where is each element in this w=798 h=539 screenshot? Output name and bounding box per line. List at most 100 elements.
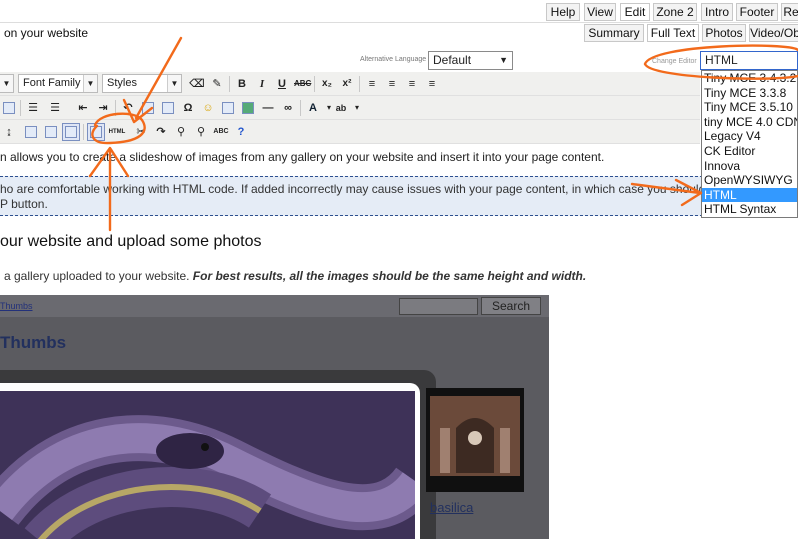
chevron-down-icon: ▼ xyxy=(499,55,508,65)
alt-language-label: Alternative Language xyxy=(360,56,427,63)
table-grid-icon[interactable] xyxy=(159,99,177,117)
editor-option[interactable]: tiny MCE 4.0 CDN xyxy=(702,115,797,130)
editor-select[interactable]: HTML xyxy=(700,51,798,70)
help-icon[interactable]: ? xyxy=(232,123,250,141)
basilica-illustration xyxy=(426,388,524,492)
notice-line-1: ho are comfortable working with HTML cod… xyxy=(0,182,706,196)
special-char-button[interactable]: Ω xyxy=(179,99,197,117)
editor-option-selected[interactable]: HTML xyxy=(702,187,797,203)
tab-photos[interactable]: Photos xyxy=(702,24,746,42)
gallery-search-button[interactable]: Search xyxy=(481,297,541,315)
hint-emphasis: For best results, all the images should … xyxy=(192,269,587,283)
tab-zone-2[interactable]: Zone 2 xyxy=(653,3,697,21)
gallery-icon[interactable] xyxy=(87,123,105,141)
editor-dropdown-list[interactable]: Tiny MCE 3.4.3.2 Tiny MCE 3.3.8 Tiny MCE… xyxy=(701,70,798,218)
gallery-hint: a gallery uploaded to your website. For … xyxy=(4,269,586,283)
numbered-list-icon[interactable]: ☰ xyxy=(46,99,64,117)
gallery-breadcrumb[interactable]: Thumbs xyxy=(0,301,33,311)
editor-option[interactable]: Legacy V4 xyxy=(702,129,797,144)
section-heading: our website and upload some photos xyxy=(0,233,262,250)
alt-language-value: Default xyxy=(433,53,472,67)
basilica-thumbnail[interactable] xyxy=(426,388,524,492)
media-icon[interactable] xyxy=(239,99,257,117)
notice-line-2: P button. xyxy=(0,197,48,211)
font-family-select[interactable]: Font Family ▼ xyxy=(18,74,98,93)
styles-label: Styles xyxy=(107,77,137,89)
page-subtitle: on your website xyxy=(4,26,89,40)
page-titlebar: on your website Summary Full Text Photos… xyxy=(0,22,798,42)
bullet-list-icon[interactable]: ☰ xyxy=(24,99,42,117)
html-source-button[interactable]: HTML xyxy=(106,123,128,141)
underline-button[interactable]: U xyxy=(273,75,291,93)
editor-option[interactable]: Innova xyxy=(702,159,797,174)
paste-icon[interactable] xyxy=(0,99,18,117)
link-icon[interactable]: ∞ xyxy=(279,99,297,117)
image-icon[interactable] xyxy=(219,99,237,117)
outdent-icon[interactable]: ⇤ xyxy=(74,99,92,117)
indent-icon[interactable]: ⇥ xyxy=(94,99,112,117)
bold-button[interactable]: B xyxy=(233,75,251,93)
find-replace-icon[interactable]: ⚲ xyxy=(192,123,210,141)
editor-option[interactable]: CK Editor xyxy=(702,144,797,159)
intro-paragraph: n allows you to create a slideshow of im… xyxy=(0,150,605,164)
eraser-icon[interactable]: ⌫ xyxy=(188,75,206,93)
table-icon[interactable] xyxy=(139,99,157,117)
tab-video[interactable]: Video/Ob xyxy=(749,24,798,42)
font-family-label: Font Family xyxy=(23,77,81,89)
hint-text: a gallery uploaded to your website. xyxy=(4,269,190,283)
toolbar-divider xyxy=(314,76,315,92)
cms-editor-screen: { "top_tabs": ["Help", "View", "Edit", "… xyxy=(0,0,798,539)
editor-toolbar-row-1: ▼ Font Family ▼ Styles ▼ ⌫ ✎ B I U ABC x… xyxy=(0,72,700,96)
tab-summary[interactable]: Summary xyxy=(584,24,644,42)
subscript-button[interactable]: x₂ xyxy=(318,75,336,93)
redo-icon[interactable]: ↷ xyxy=(152,123,170,141)
alt-language-select[interactable]: Default ▼ xyxy=(428,51,513,70)
styles-select[interactable]: Styles ▼ xyxy=(102,74,182,93)
editor-select-value: HTML xyxy=(705,53,738,67)
editor-option[interactable]: Tiny MCE 3.3.8 xyxy=(702,86,797,101)
cleanup-brush-icon[interactable]: ✎ xyxy=(208,75,226,93)
top-menu-bar: Help View Edit Zone 2 Intro Footer Re xyxy=(0,0,798,22)
horizontal-rule-icon[interactable]: — xyxy=(259,99,277,117)
gallery-caption-link[interactable]: basilica xyxy=(430,500,473,515)
chevron-down-icon: ▼ xyxy=(167,75,181,92)
tab-re[interactable]: Re xyxy=(781,3,798,21)
emoticon-button[interactable]: ☺ xyxy=(199,99,217,117)
format-select[interactable]: ▼ xyxy=(0,74,14,93)
toolbar-divider xyxy=(115,100,116,116)
undo-icon[interactable]: ↶ xyxy=(119,99,137,117)
toolbar-divider xyxy=(229,76,230,92)
strikethrough-button[interactable]: ABC xyxy=(293,75,311,93)
toolbar-divider xyxy=(83,124,84,140)
align-right-icon[interactable]: ≡ xyxy=(403,75,421,93)
table-col-icon[interactable] xyxy=(42,123,60,141)
align-justify-icon[interactable]: ≡ xyxy=(423,75,441,93)
spellcheck-icon[interactable]: ABC xyxy=(212,123,230,141)
tab-help[interactable]: Help xyxy=(546,3,580,21)
chevron-down-icon[interactable]: ▾ xyxy=(348,99,366,117)
toolbar-divider xyxy=(20,100,21,116)
tab-view[interactable]: View xyxy=(584,3,616,21)
table-props-icon[interactable] xyxy=(62,123,80,141)
find-icon[interactable]: ⚲ xyxy=(172,123,190,141)
tab-edit[interactable]: Edit xyxy=(620,3,650,21)
cut-icon[interactable]: ✂ xyxy=(132,123,150,141)
table-row-icon[interactable] xyxy=(22,123,40,141)
editor-option[interactable]: Tiny MCE 3.5.10 xyxy=(702,100,797,115)
align-left-icon[interactable]: ≡ xyxy=(363,75,381,93)
snake-illustration xyxy=(0,391,415,539)
insert-layer-icon[interactable]: ↨ xyxy=(0,123,18,141)
snake-photo[interactable] xyxy=(0,391,415,539)
superscript-button[interactable]: x² xyxy=(338,75,356,93)
italic-button[interactable]: I xyxy=(253,75,271,93)
chevron-down-icon: ▼ xyxy=(0,75,13,92)
editor-option[interactable]: Tiny MCE 3.4.3.2 xyxy=(702,71,797,86)
tab-full-text[interactable]: Full Text xyxy=(647,24,699,42)
editor-option[interactable]: OpenWYSIWYG xyxy=(702,173,797,188)
editor-option[interactable]: HTML Syntax xyxy=(702,202,797,217)
tab-intro[interactable]: Intro xyxy=(701,3,733,21)
align-center-icon[interactable]: ≡ xyxy=(383,75,401,93)
change-editor-label: Change Editor xyxy=(652,58,697,65)
gallery-search-input[interactable] xyxy=(399,298,478,315)
tab-footer[interactable]: Footer xyxy=(736,3,778,21)
